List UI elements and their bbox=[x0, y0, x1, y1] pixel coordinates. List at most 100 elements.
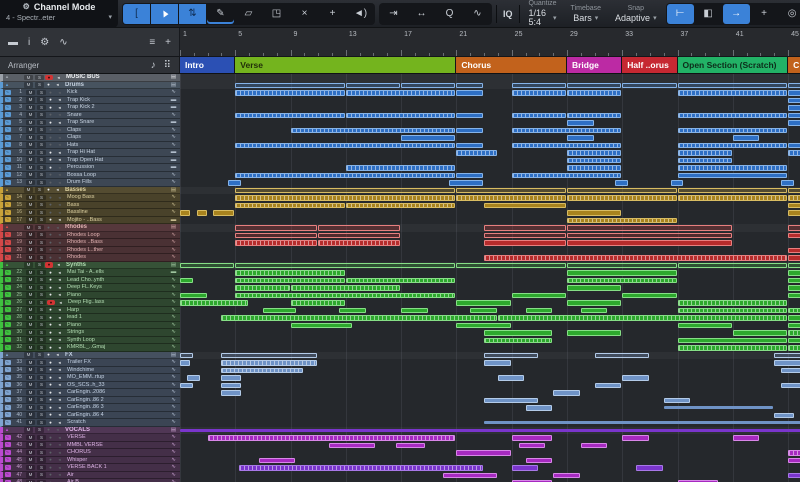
mute-button[interactable]: M bbox=[26, 217, 35, 223]
list-icon[interactable]: ≡ bbox=[149, 37, 155, 48]
clip[interactable] bbox=[567, 285, 621, 291]
record-arm-button[interactable]: ● bbox=[44, 225, 53, 231]
clip[interactable] bbox=[180, 300, 248, 306]
solo-button[interactable]: S bbox=[37, 142, 46, 148]
solo-button[interactable]: S bbox=[37, 202, 46, 208]
clip[interactable] bbox=[456, 323, 510, 329]
clip[interactable] bbox=[678, 188, 788, 194]
monitor-button[interactable]: ◂ bbox=[55, 412, 64, 418]
eraser-tool[interactable]: ▱ bbox=[235, 4, 262, 24]
solo-button[interactable]: S bbox=[37, 150, 46, 156]
mute-button[interactable]: M bbox=[24, 82, 33, 88]
clip[interactable] bbox=[235, 195, 455, 201]
clip[interactable] bbox=[678, 128, 788, 134]
clip[interactable] bbox=[567, 210, 621, 216]
track-name[interactable]: Percussion bbox=[64, 164, 167, 170]
monitor-button[interactable]: ◂ bbox=[55, 90, 64, 96]
track-row[interactable]: ∿10MS●◂Trap Open Hat▬ bbox=[0, 157, 180, 165]
clip[interactable] bbox=[291, 300, 345, 306]
record-arm-button[interactable]: ● bbox=[46, 315, 55, 321]
clip[interactable] bbox=[235, 233, 317, 239]
clip[interactable] bbox=[678, 158, 732, 164]
record-arm-button[interactable]: ● bbox=[46, 435, 55, 441]
track-name[interactable]: CarEngin..2086 bbox=[64, 389, 167, 395]
clip[interactable] bbox=[401, 308, 428, 314]
clip[interactable] bbox=[443, 473, 497, 479]
folder-track-row[interactable]: ▴MS●◂Synths▤ bbox=[0, 262, 180, 270]
quantize-tool[interactable]: Q bbox=[436, 4, 463, 24]
track-row[interactable]: ∿26MS●◂Deep Flig..lass∿ bbox=[0, 299, 180, 307]
folder-collapse-icon[interactable]: ▴ bbox=[3, 224, 11, 230]
clip[interactable] bbox=[678, 173, 788, 179]
track-name[interactable]: Rhodes Loop bbox=[64, 232, 167, 238]
mute-button[interactable]: M bbox=[26, 472, 35, 478]
track-row[interactable]: ∿22MS●◂Mai Tai - A..ells▬ bbox=[0, 269, 180, 277]
clip[interactable] bbox=[401, 135, 455, 141]
record-arm-button[interactable]: ● bbox=[46, 217, 55, 223]
monitor-button[interactable]: ◂ bbox=[55, 180, 64, 186]
clip[interactable] bbox=[484, 353, 538, 359]
monitor-button[interactable]: ◂ bbox=[55, 330, 64, 336]
clip[interactable] bbox=[180, 360, 190, 366]
clip[interactable] bbox=[788, 278, 800, 284]
mute-button[interactable]: M bbox=[26, 435, 35, 441]
monitor-button[interactable]: ◂ bbox=[55, 397, 64, 403]
solo-button[interactable]: S bbox=[35, 75, 44, 81]
clip[interactable] bbox=[622, 83, 676, 89]
record-arm-button[interactable]: ● bbox=[46, 307, 55, 313]
mute-button[interactable]: M bbox=[26, 165, 35, 171]
clip[interactable] bbox=[456, 195, 566, 201]
clip[interactable] bbox=[484, 421, 800, 424]
track-row[interactable]: ∿37MS●◂CarEngin..2086∿ bbox=[0, 389, 180, 397]
record-arm-button[interactable]: ● bbox=[45, 75, 53, 81]
folder-collapse-icon[interactable]: ▴ bbox=[3, 262, 11, 268]
snap-dropdown[interactable]: Snap Adaptive▾ bbox=[610, 5, 662, 23]
arrow-tool[interactable]: ▲ bbox=[151, 4, 178, 24]
track-name[interactable]: Trap Kick 2 bbox=[64, 104, 167, 110]
clip[interactable] bbox=[484, 225, 566, 231]
clip[interactable] bbox=[622, 375, 649, 381]
record-arm-button[interactable]: ● bbox=[46, 127, 55, 133]
input-quantize-badge[interactable]: IQ bbox=[496, 5, 520, 23]
track-name[interactable]: Bassline bbox=[64, 209, 167, 215]
solo-button[interactable]: S bbox=[37, 405, 46, 411]
track-name[interactable]: Strings bbox=[64, 329, 167, 335]
mute-button[interactable]: M bbox=[26, 232, 35, 238]
clip[interactable] bbox=[512, 465, 539, 471]
monitor-button[interactable]: ◂ bbox=[55, 390, 64, 396]
clip[interactable] bbox=[781, 368, 800, 374]
solo-button[interactable]: S bbox=[37, 135, 46, 141]
monitor-button[interactable]: ◂ bbox=[55, 442, 64, 448]
transient-tool[interactable]: ⇥ bbox=[380, 4, 407, 24]
clip[interactable] bbox=[567, 278, 677, 284]
solo-button[interactable]: S bbox=[37, 232, 46, 238]
mute-button[interactable]: M bbox=[26, 457, 35, 463]
track-name[interactable]: KMRBL_..Gmaj bbox=[64, 344, 167, 350]
solo-button[interactable]: S bbox=[37, 90, 46, 96]
clip[interactable] bbox=[774, 413, 794, 419]
clip[interactable] bbox=[291, 128, 456, 134]
channel-mode-block[interactable]: ⚙ Channel Mode 4 - Spectr..eter ▾ bbox=[0, 0, 118, 28]
clip[interactable] bbox=[622, 293, 676, 299]
clip[interactable] bbox=[678, 300, 788, 306]
arranger-section-intro[interactable]: Intro bbox=[180, 57, 235, 73]
clip[interactable] bbox=[567, 233, 732, 239]
grid-dots-icon[interactable]: ⠿ bbox=[164, 60, 171, 71]
clip[interactable] bbox=[221, 375, 241, 381]
solo-button[interactable]: S bbox=[37, 315, 46, 321]
folder-collapse-icon[interactable]: ▴ bbox=[3, 82, 11, 88]
clip[interactable] bbox=[567, 263, 677, 269]
mute-button[interactable]: M bbox=[26, 450, 35, 456]
track-row[interactable]: ∿38MS●◂CarEngin..86 2∿ bbox=[0, 397, 180, 405]
solo-button[interactable]: S bbox=[37, 240, 46, 246]
clip[interactable] bbox=[788, 473, 800, 479]
solo-button[interactable]: S bbox=[37, 127, 46, 133]
folder-collapse-icon[interactable]: ▴ bbox=[3, 187, 11, 193]
monitor-button[interactable]: ◂ bbox=[55, 112, 64, 118]
clip[interactable] bbox=[512, 173, 622, 179]
clip[interactable] bbox=[788, 210, 800, 216]
clip[interactable] bbox=[221, 383, 241, 389]
clip[interactable] bbox=[346, 90, 456, 96]
clip[interactable] bbox=[221, 315, 496, 321]
clip[interactable] bbox=[788, 308, 800, 314]
